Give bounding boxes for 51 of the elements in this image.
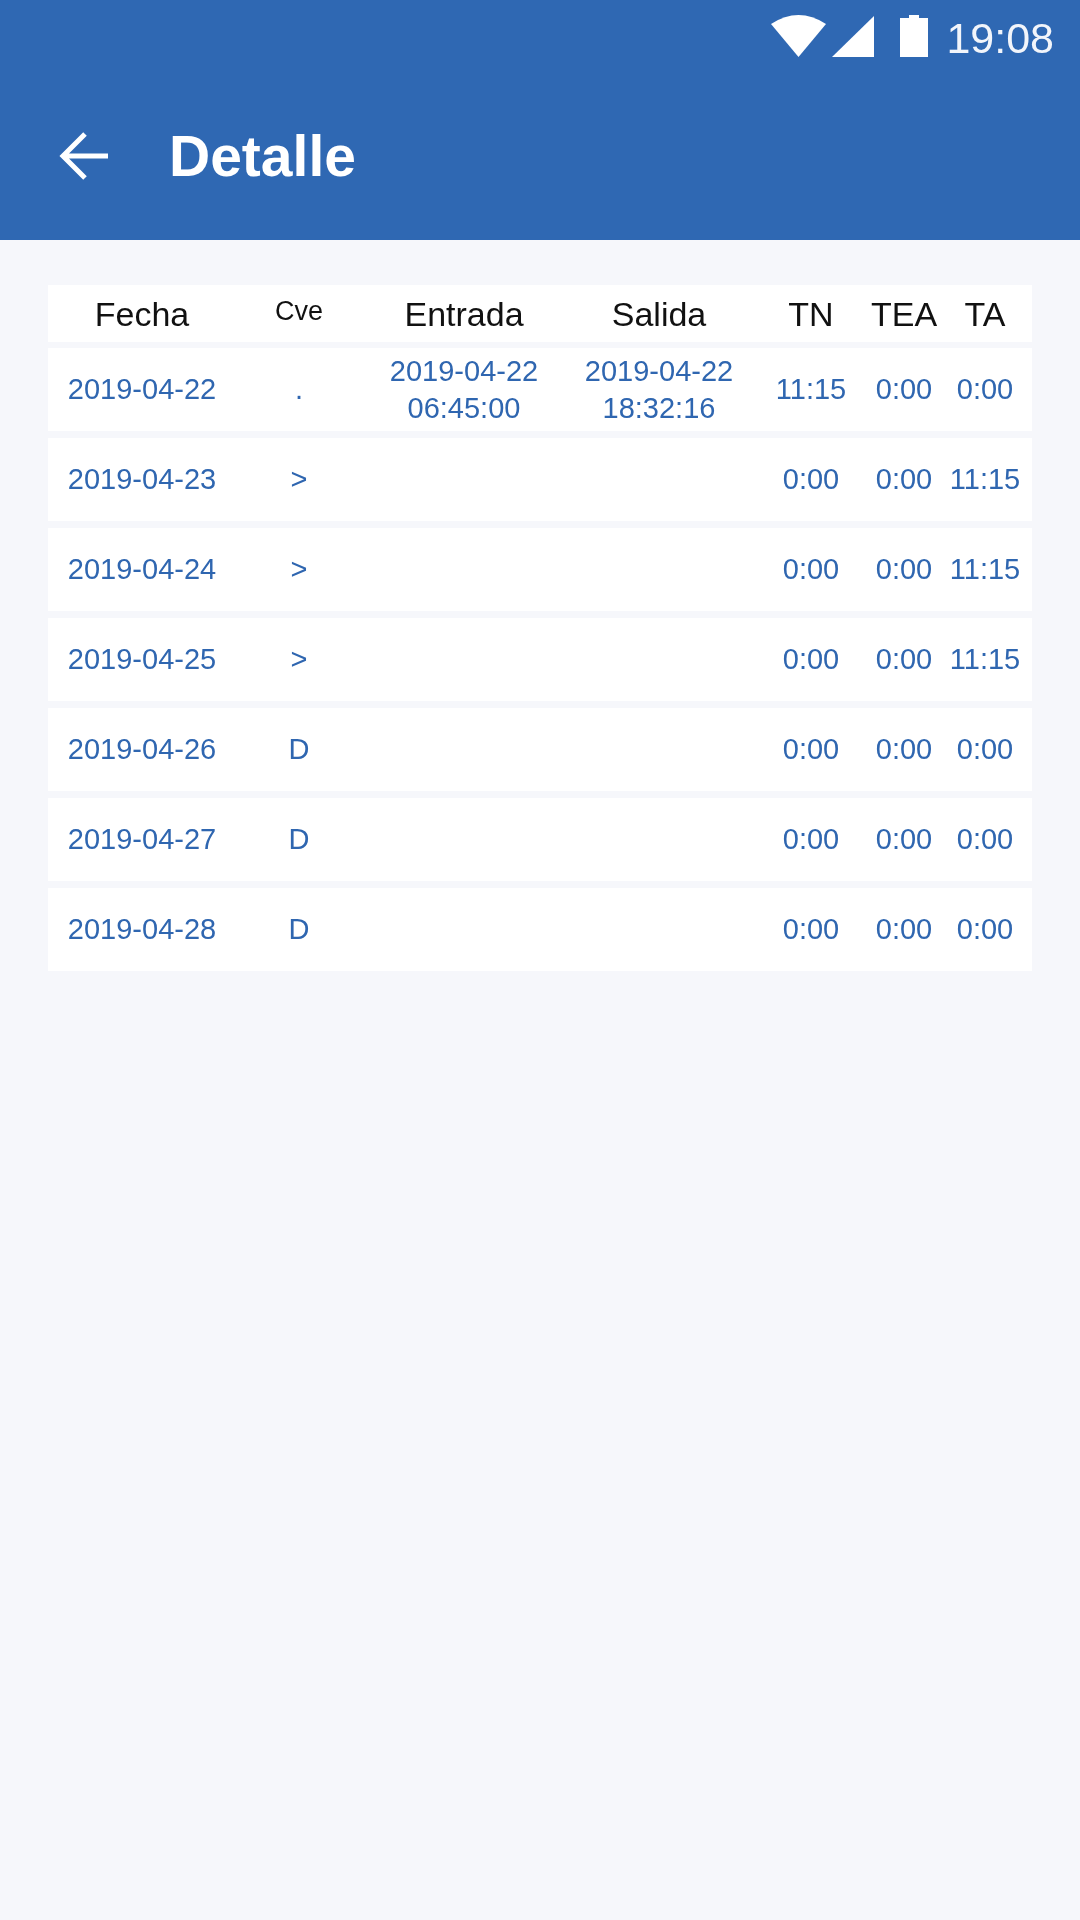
hours-text: 11:15: [949, 462, 1021, 497]
column-header: Fecha: [94, 294, 190, 335]
hours-text: 0:00: [782, 912, 840, 947]
column-header: TN: [788, 294, 834, 335]
back-button[interactable]: [59, 132, 109, 180]
code-text: >: [290, 642, 308, 677]
hours-text: 0:00: [956, 912, 1014, 947]
entry-time-text: 2019-04-22 06:45:00: [389, 353, 539, 426]
code-text: D: [288, 822, 310, 857]
hours-text: 0:00: [782, 642, 840, 677]
status-time: 19:08: [946, 16, 1054, 60]
column-header: Salida: [611, 294, 707, 335]
hours-text: 0:00: [875, 912, 933, 947]
back-arrow-icon: [59, 132, 109, 180]
hours-text: 11:15: [949, 552, 1021, 587]
column-header: TEA: [870, 294, 938, 335]
date-text: 2019-04-25: [67, 642, 217, 677]
date-text: 2019-04-22: [67, 372, 217, 407]
column-header: Entrada: [404, 294, 524, 335]
hours-text: 0:00: [782, 462, 840, 497]
date-text: 2019-04-28: [67, 912, 217, 947]
hours-text: 0:00: [956, 732, 1014, 767]
signal-icon: [832, 15, 875, 57]
date-text: 2019-04-24: [67, 552, 217, 587]
hours-text: 0:00: [875, 732, 933, 767]
hours-text: 11:15: [949, 642, 1021, 677]
battery-icon: [900, 15, 929, 57]
hours-text: 0:00: [875, 642, 933, 677]
code-text: >: [290, 462, 308, 497]
hours-text: 0:00: [875, 822, 933, 857]
code-text: >: [290, 552, 308, 587]
hours-text: 11:15: [775, 372, 847, 407]
date-text: 2019-04-26: [67, 732, 217, 767]
exit-time-text: 2019-04-22 18:32:16: [584, 353, 734, 426]
column-header: TA: [964, 294, 1006, 335]
hours-text: 0:00: [875, 462, 933, 497]
code-text: D: [288, 732, 310, 767]
hours-text: 0:00: [956, 372, 1014, 407]
code-text: .: [294, 372, 304, 407]
hours-text: 0:00: [782, 732, 840, 767]
code-text: D: [288, 912, 310, 947]
date-text: 2019-04-27: [67, 822, 217, 857]
wifi-icon: [771, 15, 827, 57]
hours-text: 0:00: [875, 372, 933, 407]
hours-text: 0:00: [875, 552, 933, 587]
date-text: 2019-04-23: [67, 462, 217, 497]
column-header: Cve: [275, 295, 323, 327]
hours-text: 0:00: [956, 822, 1014, 857]
hours-text: 0:00: [782, 552, 840, 587]
hours-text: 0:00: [782, 822, 840, 857]
screen-title: Detalle: [169, 124, 356, 188]
